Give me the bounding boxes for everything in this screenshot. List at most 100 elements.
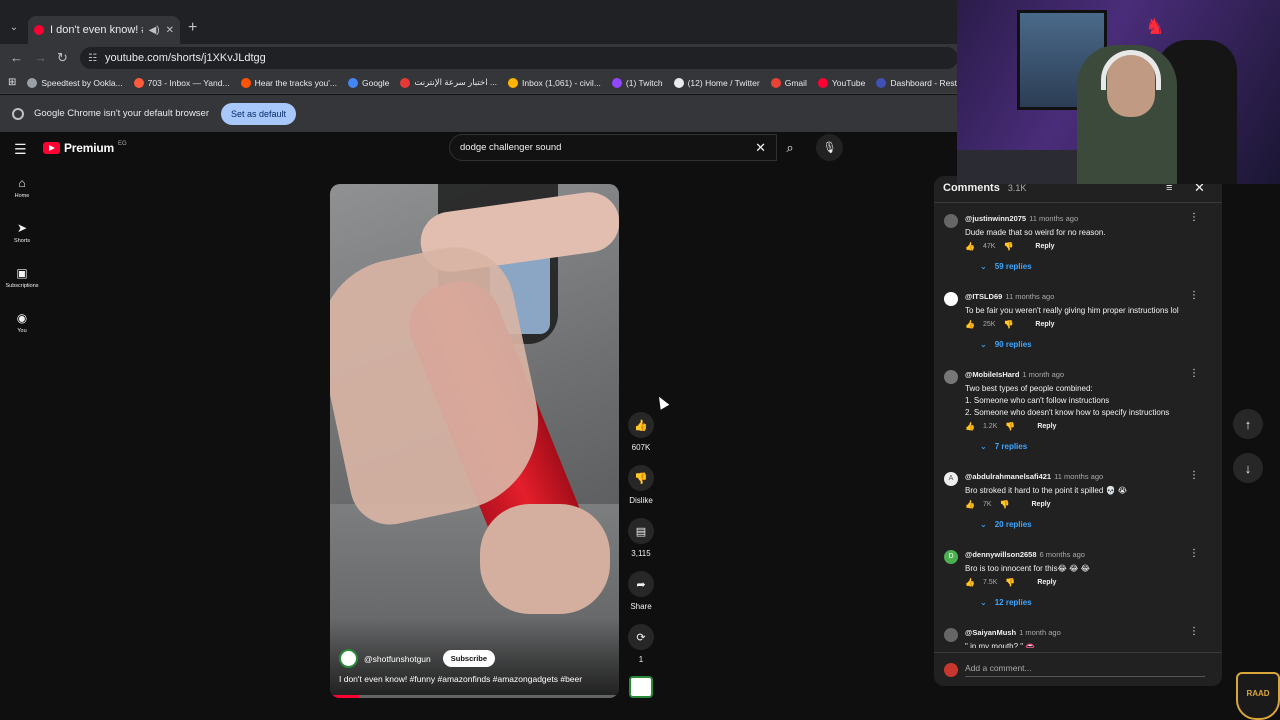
- remix-action: ⟳ 1: [628, 624, 654, 677]
- dislike-icon[interactable]: 👎: [1005, 422, 1015, 431]
- comment-more-icon[interactable]: ⋮: [1189, 290, 1199, 301]
- like-icon[interactable]: 👍: [965, 422, 975, 431]
- comment-avatar[interactable]: [944, 214, 958, 228]
- comment-meta: @abdulrahmanelsafi421 11 months ago: [965, 472, 1103, 481]
- reply-button[interactable]: Reply: [1037, 579, 1056, 586]
- reply-button[interactable]: Reply: [1032, 501, 1051, 508]
- back-icon[interactable]: ←: [10, 50, 23, 66]
- add-comment-input[interactable]: Add a comment...: [965, 663, 1205, 677]
- channel-row: @shotfunshotgun Subscribe: [339, 649, 496, 668]
- apps-icon[interactable]: ⊞: [8, 77, 16, 88]
- browser-tab[interactable]: I don't even know! #funny # ◀) ✕: [28, 16, 180, 44]
- video-progress-bar[interactable]: [330, 695, 619, 698]
- dislike-icon[interactable]: 👎: [1003, 320, 1013, 329]
- search-icon[interactable]: ⌕: [777, 134, 803, 161]
- comment-author[interactable]: @MobileIsHard: [965, 370, 1019, 379]
- bookmark-item[interactable]: Google: [347, 77, 389, 88]
- like-icon[interactable]: 👍: [965, 500, 975, 509]
- next-short-icon[interactable]: ↓: [1233, 453, 1263, 483]
- comment-avatar[interactable]: D: [944, 550, 958, 564]
- dislike-icon[interactable]: 👎: [1005, 578, 1015, 587]
- sound-thumbnail[interactable]: [629, 676, 653, 698]
- share-action: ➦ Share: [628, 571, 654, 624]
- bookmark-item[interactable]: (12) Home / Twitter: [673, 77, 760, 88]
- comment-list[interactable]: @justinwinn2075 11 months ago ⋮ Dude made…: [934, 208, 1222, 648]
- nav-item-subscriptions[interactable]: ▣ Subscriptions: [0, 260, 44, 305]
- address-bar[interactable]: ☷ youtube.com/shorts/j1XKvJLdtgg: [80, 47, 958, 69]
- bookmark-label: Inbox (1,061) - civil...: [522, 77, 601, 88]
- my-avatar: [944, 663, 958, 677]
- bookmark-item[interactable]: Hear the tracks you'...: [240, 77, 337, 88]
- comment-avatar[interactable]: A: [944, 472, 958, 486]
- dislike-icon[interactable]: 👎: [1000, 500, 1010, 509]
- subscribe-button[interactable]: Subscribe: [442, 650, 496, 667]
- view-replies-button[interactable]: ⌄ 59 replies: [980, 262, 1032, 271]
- forward-icon[interactable]: →: [34, 50, 47, 66]
- comment-author[interactable]: @SaiyanMush: [965, 628, 1016, 637]
- comment-more-icon[interactable]: ⋮: [1189, 470, 1199, 481]
- nav-item-label: Home: [14, 193, 30, 199]
- new-tab-icon[interactable]: +: [188, 20, 197, 36]
- nav-item-you[interactable]: ◉ You: [0, 305, 44, 350]
- like-icon[interactable]: 👍: [628, 412, 654, 438]
- clear-search-icon[interactable]: ✕: [755, 140, 766, 156]
- share-icon[interactable]: ➦: [628, 571, 654, 597]
- nav-item-home[interactable]: ⌂ Home: [0, 170, 44, 215]
- view-replies-button[interactable]: ⌄ 90 replies: [980, 340, 1032, 349]
- speaker-icon[interactable]: ◀): [149, 25, 160, 36]
- menu-icon[interactable]: ☰: [14, 141, 27, 158]
- bookmark-item[interactable]: YouTube: [817, 77, 866, 88]
- comment-more-icon[interactable]: ⋮: [1189, 368, 1199, 379]
- bookmark-item[interactable]: Inbox (1,061) - civil...: [508, 77, 601, 88]
- comment-time: 11 months ago: [1029, 214, 1079, 223]
- dislike-icon[interactable]: 👎: [628, 465, 654, 491]
- reply-button[interactable]: Reply: [1035, 321, 1054, 328]
- dislike-icon[interactable]: 👎: [1003, 242, 1013, 251]
- comment-author[interactable]: @justinwinn2075: [965, 214, 1026, 223]
- channel-name[interactable]: @shotfunshotgun: [364, 654, 431, 664]
- reply-button[interactable]: Reply: [1035, 243, 1054, 250]
- bookmark-item[interactable]: 703 - Inbox — Yand...: [133, 77, 230, 88]
- bookmark-item[interactable]: (1) Twitch: [611, 77, 663, 88]
- site-info-icon[interactable]: ☷: [88, 53, 97, 64]
- set-default-button[interactable]: Set as default: [221, 102, 297, 125]
- comment-more-icon[interactable]: ⋮: [1189, 626, 1199, 637]
- neon-sign-icon: ♞: [1145, 14, 1165, 39]
- bookmark-item[interactable]: Gmail: [770, 77, 807, 88]
- comment-author[interactable]: @ITSLD69: [965, 292, 1002, 301]
- comment-author[interactable]: @dennywillson2658: [965, 550, 1037, 559]
- view-replies-button[interactable]: ⌄ 12 replies: [980, 598, 1032, 607]
- previous-short-icon[interactable]: ↑: [1233, 409, 1263, 439]
- view-replies-button[interactable]: ⌄ 7 replies: [980, 442, 1027, 451]
- screen: ⌄ I don't even know! #funny # ◀) ✕ + ← →…: [0, 0, 1280, 720]
- comment-like-count: 25K: [982, 321, 996, 328]
- comment-more-icon[interactable]: ⋮: [1189, 548, 1199, 559]
- like-icon[interactable]: 👍: [965, 242, 975, 251]
- tab-search-icon[interactable]: ⌄: [6, 20, 22, 36]
- short-video-player[interactable]: @shotfunshotgun Subscribe I don't even k…: [330, 184, 619, 698]
- comment-author[interactable]: @abdulrahmanelsafi421: [965, 472, 1051, 481]
- bookmark-label: YouTube: [831, 77, 866, 88]
- microphone-icon[interactable]: 🎙: [816, 134, 843, 161]
- reply-button[interactable]: Reply: [1037, 423, 1056, 430]
- youtube-logo[interactable]: Premium EG: [43, 141, 127, 155]
- reload-icon[interactable]: ↻: [57, 50, 68, 66]
- comment-time: 6 months ago: [1039, 550, 1085, 559]
- comment-icon[interactable]: ▤: [628, 518, 654, 544]
- comment-more-icon[interactable]: ⋮: [1189, 212, 1199, 223]
- search-input[interactable]: dodge challenger sound ✕: [449, 134, 777, 161]
- like-icon[interactable]: 👍: [965, 578, 975, 587]
- close-tab-icon[interactable]: ✕: [166, 25, 174, 36]
- comment-avatar[interactable]: [944, 292, 958, 306]
- like-icon[interactable]: 👍: [965, 320, 975, 329]
- nav-item-shorts[interactable]: ➤ Shorts: [0, 215, 44, 260]
- comment-text: Bro is too innocent for this😂 😂 😂: [965, 564, 1090, 573]
- comment-meta: @MobileIsHard 1 month ago: [965, 370, 1064, 379]
- bookmark-item[interactable]: اختبار سرعة الإنترنت ...: [400, 77, 497, 88]
- comment-avatar[interactable]: [944, 628, 958, 642]
- comment-avatar[interactable]: [944, 370, 958, 384]
- view-replies-button[interactable]: ⌄ 20 replies: [980, 520, 1032, 529]
- remix-icon[interactable]: ⟳: [628, 624, 654, 650]
- bookmark-item[interactable]: Speedtest by Ookla...: [27, 77, 123, 88]
- channel-avatar[interactable]: [339, 649, 358, 668]
